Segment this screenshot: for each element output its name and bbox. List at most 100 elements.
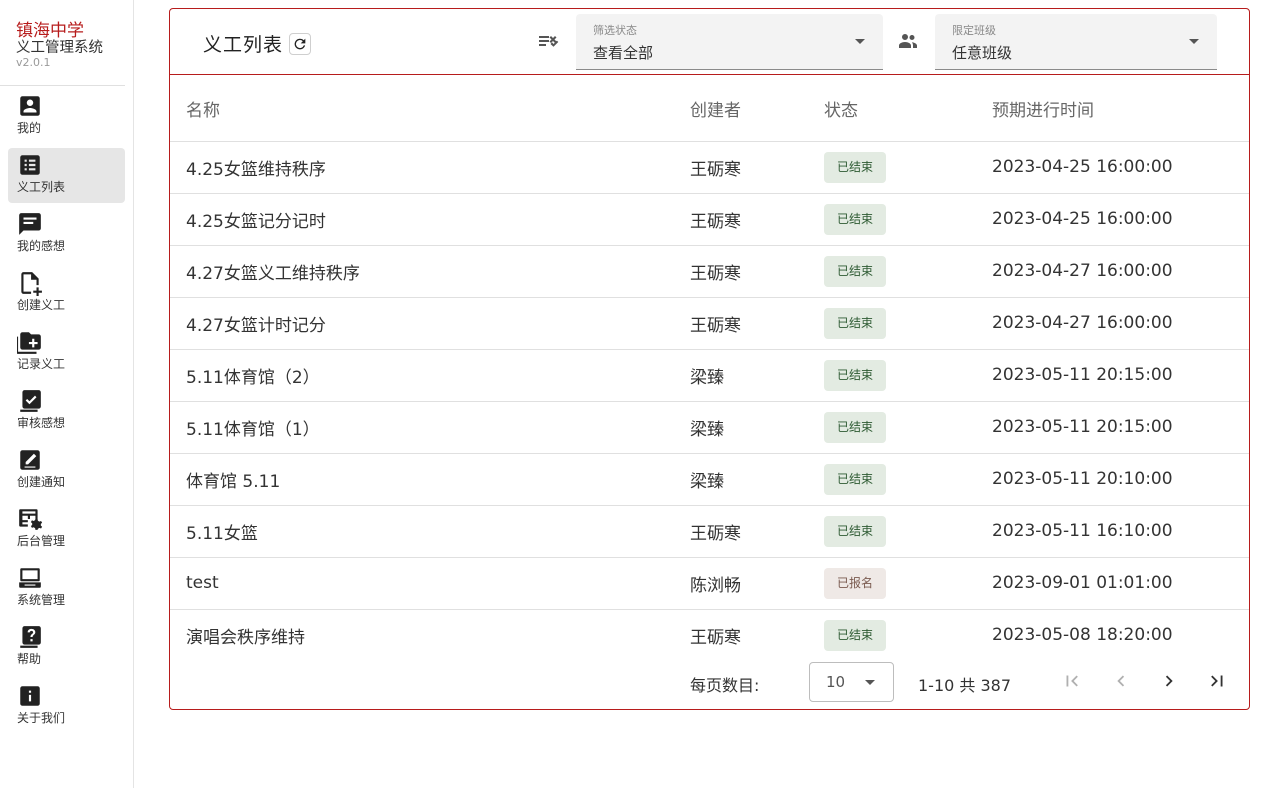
list-icon	[17, 152, 43, 178]
info-box-icon	[17, 683, 43, 709]
page-range-text: 1-10 共 387	[918, 676, 1012, 695]
message-text-icon	[17, 211, 43, 237]
cell-creator: 王砺寒	[690, 245, 824, 298]
sidebar-item-label: 义工列表	[17, 180, 66, 194]
sidebar: 镇海中学 义工管理系统 v2.0.1 我的 义工列表 我的感想 创建义工 记录义…	[0, 0, 134, 788]
sidebar-item-my-reflections[interactable]: 我的感想	[8, 207, 125, 262]
sidebar-item-create-volunteer[interactable]: 创建义工	[8, 266, 125, 321]
cell-name: 体育馆 5.11	[170, 453, 690, 506]
table-row[interactable]: 5.11体育馆（2） 梁臻 已结束 2023-05-11 20:15:00	[170, 349, 1249, 402]
sidebar-item-label: 记录义工	[17, 357, 66, 371]
per-page-value: 10	[826, 673, 846, 691]
app-version: v2.0.1	[16, 56, 51, 69]
status-filter-label: 筛选状态	[593, 24, 637, 37]
refresh-icon	[294, 38, 306, 50]
cell-name: 5.11体育馆（2）	[170, 349, 690, 402]
sidebar-item-create-notice[interactable]: 创建通知	[8, 443, 125, 498]
draw-icon	[17, 447, 43, 473]
status-badge: 已结束	[824, 463, 887, 495]
cell-time: 2023-05-11 20:10:00	[992, 453, 1249, 506]
cell-creator: 王砺寒	[690, 141, 824, 194]
table-row[interactable]: 5.11女篮 王砺寒 已结束 2023-05-11 16:10:00	[170, 505, 1249, 558]
table-row[interactable]: 4.27女篮计时记分 王砺寒 已结束 2023-04-27 16:00:00	[170, 297, 1249, 350]
filter-toggle-icon[interactable]	[536, 29, 560, 53]
first-page-button[interactable]	[1060, 669, 1084, 693]
column-header-time[interactable]: 预期进行时间	[992, 75, 1249, 142]
cell-creator: 梁臻	[690, 349, 824, 402]
per-page-select[interactable]: 10	[809, 662, 894, 702]
status-badge: 已结束	[824, 359, 887, 391]
per-page-label: 每页数目:	[690, 676, 760, 695]
table-row[interactable]: 5.11体育馆（1） 梁臻 已结束 2023-05-11 20:15:00	[170, 401, 1249, 454]
cell-creator: 王砺寒	[690, 627, 741, 648]
sidebar-item-backend-admin[interactable]: 后台管理	[8, 502, 125, 557]
cell-creator: 梁臻	[690, 401, 824, 454]
cell-name: 4.27女篮计时记分	[170, 297, 690, 350]
sidebar-item-review-reflections[interactable]: 审核感想	[8, 384, 125, 439]
table-row[interactable]: 4.25女篮维持秩序 王砺寒 已结束 2023-04-25 16:00:00	[170, 141, 1249, 194]
last-page-icon	[1211, 675, 1223, 687]
status-badge: 已结束	[824, 151, 887, 183]
brand: 镇海中学 义工管理系统 v2.0.1	[0, 0, 125, 86]
card-title: 义工列表	[203, 34, 284, 56]
cell-creator: 王砺寒	[690, 193, 824, 246]
status-badge: 已结束	[824, 307, 887, 339]
cell-time: 2023-05-11 20:15:00	[992, 401, 1249, 454]
sidebar-item-record-volunteer[interactable]: 记录义工	[8, 325, 125, 380]
cell-name: 演唱会秩序维持	[186, 627, 305, 648]
table-header-row: 名称 创建者 状态 预期进行时间	[170, 75, 1249, 142]
cell-time: 2023-04-25 16:00:00	[992, 141, 1249, 194]
table-cog-icon	[17, 506, 43, 532]
sidebar-item-help[interactable]: 帮助	[8, 620, 125, 675]
refresh-button[interactable]	[289, 33, 311, 55]
cell-creator: 梁臻	[690, 453, 824, 506]
sidebar-item-mine[interactable]: 我的	[8, 89, 125, 144]
chevron-right-icon	[1165, 675, 1173, 687]
cell-time: 2023-04-25 16:00:00	[992, 193, 1249, 246]
dropdown-arrow-icon	[1189, 39, 1199, 44]
previous-page-button[interactable]	[1109, 669, 1133, 693]
pagination-footer: 每页数目: 10 1-10 共 387	[170, 657, 1249, 709]
sidebar-item-about-us[interactable]: 关于我们	[8, 679, 125, 734]
status-filter-select[interactable]: 筛选状态 查看全部	[576, 14, 883, 70]
last-page-button[interactable]	[1205, 669, 1229, 693]
next-page-button[interactable]	[1157, 669, 1181, 693]
sidebar-item-label: 我的感想	[17, 239, 66, 253]
table-row[interactable]: 4.27女篮义工维持秩序 王砺寒 已结束 2023-04-27 16:00:00	[170, 245, 1249, 298]
status-badge: 已结束	[824, 619, 887, 651]
sidebar-item-label: 我的	[17, 121, 42, 135]
cell-name: 4.25女篮记分记时	[170, 193, 690, 246]
status-badge: 已报名	[824, 567, 887, 599]
sidebar-item-label: 帮助	[17, 652, 42, 666]
class-filter-select[interactable]: 限定班级 任意班级	[935, 14, 1217, 70]
people-icon	[896, 29, 920, 53]
table-row[interactable]: test 陈浏畅 已报名 2023-09-01 01:01:00	[170, 557, 1249, 610]
volunteer-list-card: 义工列表 筛选状态 查看全部 限定班级 任意班级 名称 创建者 状态 预期进行时…	[169, 8, 1250, 710]
status-badge: 已结束	[824, 515, 887, 547]
column-header-name[interactable]: 名称	[170, 75, 690, 142]
cell-time: 2023-05-11 20:15:00	[992, 349, 1249, 402]
cell-time: 2023-04-27 16:00:00	[992, 245, 1249, 298]
brand-system-name: 义工管理系统	[16, 40, 103, 56]
volunteer-table: 名称 创建者 状态 预期进行时间 4.25女篮维持秩序 王砺寒 已结束 2023-04…	[170, 75, 1249, 661]
table-row[interactable]: 体育馆 5.11 梁臻 已结束 2023-05-11 20:10:00	[170, 453, 1249, 506]
sidebar-item-label: 创建义工	[17, 298, 66, 312]
sidebar-item-volunteer-list[interactable]: 义工列表	[8, 148, 125, 203]
sidebar-item-label: 关于我们	[17, 711, 66, 725]
sidebar-item-label: 审核感想	[17, 416, 66, 430]
sidebar-nav: 我的 义工列表 我的感想 创建义工 记录义工 审核感想 创建通知 后台管理 系统…	[0, 86, 133, 734]
cell-creator: 陈浏畅	[690, 557, 824, 610]
table-row[interactable]: 4.25女篮记分记时 王砺寒 已结束 2023-04-25 16:00:00	[170, 193, 1249, 246]
cell-name: 5.11女篮	[170, 505, 690, 558]
status-badge: 已结束	[824, 411, 887, 443]
table-row[interactable]: 演唱会秩序维持 王砺寒 已结束 2023-05-08 18:20:00	[170, 609, 1249, 661]
chevron-left-icon	[1117, 675, 1125, 687]
sidebar-item-system-admin[interactable]: 系统管理	[8, 561, 125, 616]
cell-time: 2023-05-11 16:10:00	[992, 505, 1249, 558]
cell-name: 4.27女篮义工维持秩序	[170, 245, 690, 298]
folder-plus-icon	[17, 329, 43, 355]
column-header-creator[interactable]: 创建者	[690, 75, 824, 142]
column-header-status[interactable]: 状态	[824, 75, 992, 142]
brand-school-name: 镇海中学	[16, 21, 84, 41]
account-box-icon	[17, 93, 43, 119]
